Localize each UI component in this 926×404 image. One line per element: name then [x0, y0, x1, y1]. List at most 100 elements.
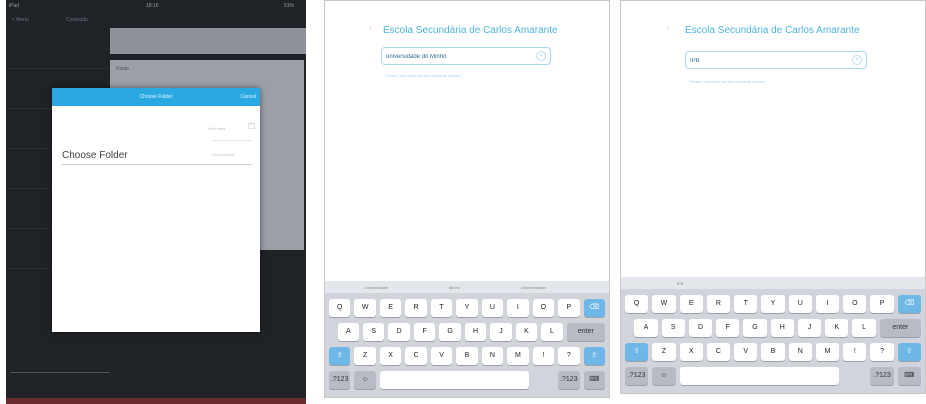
key-letter[interactable]: M: [815, 343, 840, 361]
key-letter[interactable]: B: [761, 343, 785, 361]
key-letter[interactable]: S: [363, 323, 385, 341]
key-letter[interactable]: ?: [870, 343, 894, 361]
key-letter[interactable]: U: [481, 299, 504, 317]
key-letter[interactable]: F: [716, 319, 740, 337]
key-letter[interactable]: I: [815, 295, 840, 313]
key-letter[interactable]: E: [379, 299, 402, 317]
key-letter[interactable]: B: [456, 347, 478, 365]
key-letter[interactable]: Y: [456, 299, 478, 317]
delete-key[interactable]: ⌫: [897, 295, 921, 313]
key-letter[interactable]: F: [413, 323, 436, 341]
space-key[interactable]: [679, 367, 840, 385]
key-letter[interactable]: !: [843, 343, 867, 361]
key-letter[interactable]: Z: [354, 347, 376, 365]
modal-title: Choose Folder: [139, 94, 173, 100]
key-letter[interactable]: A: [634, 319, 658, 337]
key-letter[interactable]: E: [679, 295, 703, 313]
suggestion-item[interactable]: Universidades: [521, 285, 546, 290]
key-letter[interactable]: G: [743, 319, 767, 337]
key-letter[interactable]: Z: [652, 343, 676, 361]
delete-key[interactable]: ⌫: [583, 299, 605, 317]
shift-key[interactable]: ⇧: [897, 343, 921, 361]
key-letter[interactable]: N: [788, 343, 812, 361]
suggestion-item[interactable]: Minho: [449, 285, 460, 290]
space-key[interactable]: [379, 371, 529, 389]
key-letter[interactable]: D: [688, 319, 713, 337]
emoji-key[interactable]: ☺: [652, 367, 676, 385]
key-letter[interactable]: S: [661, 319, 685, 337]
shift-key[interactable]: ⇧: [625, 343, 649, 361]
clear-icon[interactable]: ×: [852, 55, 862, 65]
divider: [10, 372, 110, 373]
background-card: [110, 28, 306, 54]
key-letter[interactable]: G: [439, 323, 461, 341]
key-letter[interactable]: Q: [329, 299, 351, 317]
nav-back-button[interactable]: < Menu: [12, 17, 29, 23]
suggestion-item[interactable]: IPB: [677, 281, 683, 286]
school-title: Escola Secundária de Carlos Amarante: [685, 25, 860, 36]
status-battery: 51%: [284, 3, 295, 9]
key-letter[interactable]: K: [515, 323, 538, 341]
key-letter[interactable]: H: [770, 319, 794, 337]
key-letter[interactable]: C: [405, 347, 427, 365]
key-letter[interactable]: O: [532, 299, 555, 317]
key-letter[interactable]: ?: [558, 347, 580, 365]
numbers-key[interactable]: .?123: [625, 367, 649, 385]
enter-key[interactable]: enter: [879, 319, 921, 337]
key-letter[interactable]: K: [825, 319, 849, 337]
key-letter[interactable]: C: [706, 343, 731, 361]
key-letter[interactable]: R: [706, 295, 731, 313]
shift-key[interactable]: ⇧: [329, 347, 351, 365]
numbers-key[interactable]: .?123: [870, 367, 894, 385]
suggestion-item[interactable]: Universidade: [365, 285, 388, 290]
modal-cancel-button[interactable]: Cancel: [240, 94, 256, 100]
key-letter[interactable]: A: [337, 323, 360, 341]
key-letter[interactable]: W: [354, 299, 376, 317]
key-letter[interactable]: V: [430, 347, 453, 365]
key-letter[interactable]: R: [405, 299, 427, 317]
field-underline: [62, 164, 252, 165]
folder-option-1[interactable]: Nenhuma: [208, 126, 225, 131]
key-letter[interactable]: T: [734, 295, 758, 313]
folder-option-2[interactable]: Documentos: [212, 152, 234, 157]
search-input[interactable]: [690, 54, 850, 67]
key-letter[interactable]: N: [481, 347, 504, 365]
status-device: iPad: [9, 3, 20, 9]
university-search-input[interactable]: ×: [381, 47, 551, 65]
key-letter[interactable]: M: [507, 347, 529, 365]
numbers-key[interactable]: .?123: [329, 371, 351, 389]
key-letter[interactable]: W: [652, 295, 676, 313]
numbers-key[interactable]: .?123: [558, 371, 580, 389]
key-letter[interactable]: P: [558, 299, 580, 317]
key-letter[interactable]: D: [388, 323, 410, 341]
key-letter[interactable]: V: [734, 343, 758, 361]
key-letter[interactable]: X: [379, 347, 402, 365]
back-chevron-icon[interactable]: ‹: [667, 25, 669, 32]
back-chevron-icon[interactable]: ‹: [369, 25, 371, 32]
choose-folder-label[interactable]: Choose Folder: [62, 150, 128, 161]
key-letter[interactable]: Y: [761, 295, 785, 313]
shift-key[interactable]: ⇧: [583, 347, 605, 365]
keyboard-hide-key[interactable]: ⌨: [897, 367, 921, 385]
key-letter[interactable]: L: [541, 323, 563, 341]
key-letter[interactable]: O: [843, 295, 867, 313]
key-letter[interactable]: !: [532, 347, 555, 365]
key-letter[interactable]: Q: [625, 295, 649, 313]
key-letter[interactable]: L: [852, 319, 876, 337]
key-letter[interactable]: H: [464, 323, 487, 341]
key-letter[interactable]: U: [788, 295, 812, 313]
key-letter[interactable]: J: [490, 323, 512, 341]
key-letter[interactable]: T: [430, 299, 453, 317]
key-letter[interactable]: I: [507, 299, 529, 317]
clear-icon[interactable]: ×: [536, 51, 546, 61]
emoji-key[interactable]: ☺: [354, 371, 376, 389]
key-letter[interactable]: J: [797, 319, 822, 337]
university-search-input[interactable]: ×: [685, 51, 867, 69]
key-letter[interactable]: P: [870, 295, 894, 313]
suggestion-bar: IPB: [621, 277, 925, 289]
search-input[interactable]: [386, 50, 534, 63]
keyboard-hide-key[interactable]: ⌨: [583, 371, 605, 389]
enter-key[interactable]: enter: [566, 323, 605, 341]
key-letter[interactable]: X: [679, 343, 703, 361]
nav-bar: < Menu Conteúdo: [6, 12, 306, 28]
